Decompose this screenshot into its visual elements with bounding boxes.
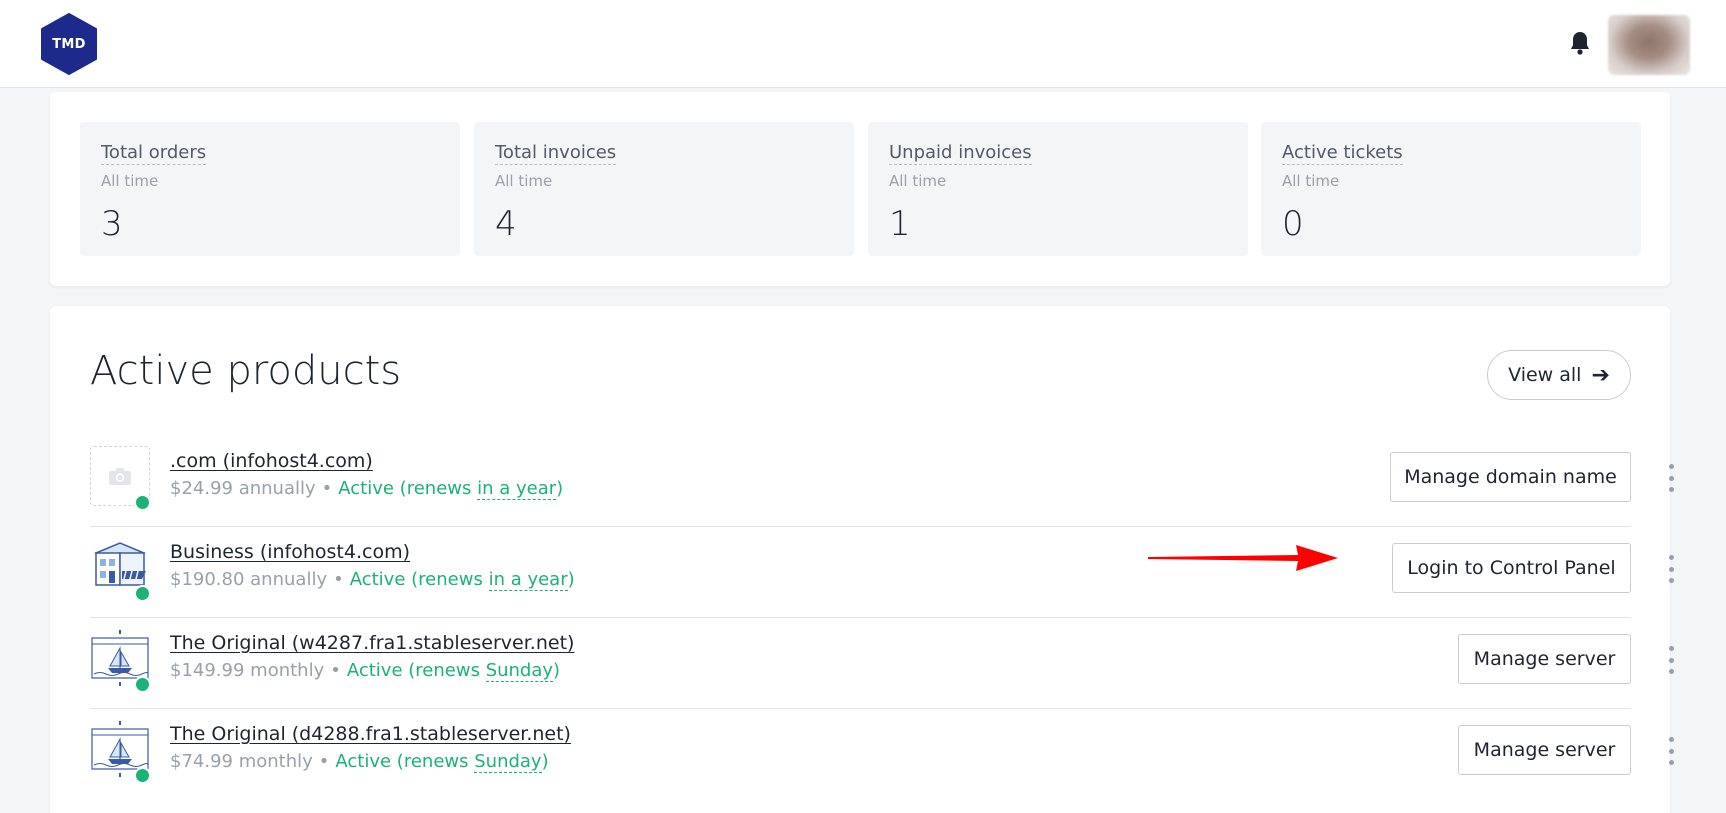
stat-value: 3 xyxy=(101,204,123,244)
status-close: ) xyxy=(567,569,575,590)
renew-date[interactable]: Sunday xyxy=(485,660,554,682)
brand-logo[interactable]: TMD xyxy=(40,13,98,75)
product-row: Business (infohost4.com) $190.80 annuall… xyxy=(90,527,1674,618)
stat-title: Total orders xyxy=(101,142,207,165)
product-row: The Original (d4288.fra1.stableserver.ne… xyxy=(90,709,1674,800)
section-title: Active products xyxy=(90,348,402,394)
product-name-link[interactable]: The Original (d4288.fra1.stableserver.ne… xyxy=(170,723,571,745)
more-options-icon[interactable] xyxy=(1661,555,1681,583)
status-indicator xyxy=(134,767,151,784)
stat-value: 4 xyxy=(495,204,517,244)
product-name-link[interactable]: Business (infohost4.com) xyxy=(170,541,410,563)
status-close: ) xyxy=(541,751,549,772)
status-close: ) xyxy=(553,660,561,681)
view-all-label: View all xyxy=(1508,364,1582,386)
product-price: $24.99 annually xyxy=(170,478,316,499)
status-indicator xyxy=(134,676,151,693)
product-status: Active (renews xyxy=(335,751,469,772)
product-price: $149.99 monthly xyxy=(170,660,325,681)
stat-total-orders[interactable]: Total orders All time 3 xyxy=(80,122,460,256)
arrow-right-icon: ➔ xyxy=(1591,362,1610,388)
product-meta: $74.99 monthly • Active (renews Sunday) xyxy=(170,751,549,773)
status-close: ) xyxy=(556,478,564,499)
renew-date[interactable]: Sunday xyxy=(474,751,542,773)
bell-icon[interactable] xyxy=(1568,30,1592,56)
renew-date[interactable]: in a year xyxy=(477,478,557,500)
stat-title: Active tickets xyxy=(1282,142,1403,165)
active-products-panel: Active products View all ➔ .com (infohos… xyxy=(50,306,1674,813)
stat-title: Total invoices xyxy=(495,142,617,165)
separator: • xyxy=(333,569,344,590)
product-status: Active (renews xyxy=(349,569,483,590)
manage-domain-button[interactable]: Manage domain name xyxy=(1390,452,1631,502)
product-meta: $190.80 annually • Active (renews in a yea… xyxy=(170,569,575,591)
stat-subtitle: All time xyxy=(101,172,159,190)
status-indicator xyxy=(134,585,151,602)
user-avatar[interactable] xyxy=(1608,15,1690,75)
product-meta: $24.99 annually • Active (renews in a year… xyxy=(170,478,564,500)
stat-unpaid-invoices[interactable]: Unpaid invoices All time 1 xyxy=(868,122,1248,256)
stats-panel: Total orders All time 3 Total invoices A… xyxy=(50,92,1670,286)
stat-subtitle: All time xyxy=(889,172,947,190)
top-bar: TMD xyxy=(0,0,1726,88)
logo-text: TMD xyxy=(52,36,86,52)
stat-value: 0 xyxy=(1282,204,1304,244)
product-name-link[interactable]: The Original (w4287.fra1.stableserver.ne… xyxy=(170,632,574,654)
product-status: Active (renews xyxy=(346,660,480,681)
separator: • xyxy=(330,660,341,681)
stat-active-tickets[interactable]: Active tickets All time 0 xyxy=(1261,122,1641,256)
stat-subtitle: All time xyxy=(495,172,553,190)
login-control-panel-button[interactable]: Login to Control Panel xyxy=(1392,543,1631,593)
view-all-button[interactable]: View all ➔ xyxy=(1487,350,1631,400)
separator: • xyxy=(318,751,330,772)
product-status: Active (renews xyxy=(338,478,472,499)
product-name-link[interactable]: .com (infohost4.com) xyxy=(170,450,373,472)
renew-date[interactable]: in a year xyxy=(488,569,568,591)
stat-total-invoices[interactable]: Total invoices All time 4 xyxy=(474,122,854,256)
manage-server-button[interactable]: Manage server xyxy=(1458,725,1631,775)
status-indicator xyxy=(134,494,151,511)
stat-title: Unpaid invoices xyxy=(889,142,1032,165)
product-row: The Original (w4287.fra1.stableserver.ne… xyxy=(90,618,1674,709)
product-price: $74.99 monthly xyxy=(170,751,313,772)
separator: • xyxy=(321,478,333,499)
annotation-arrow-icon xyxy=(1148,545,1338,571)
product-price: $190.80 annually xyxy=(170,569,328,590)
more-options-icon[interactable] xyxy=(1661,646,1681,674)
stat-subtitle: All time xyxy=(1282,172,1340,190)
product-meta: $149.99 monthly • Active (renews Sunday) xyxy=(170,660,561,682)
more-options-icon[interactable] xyxy=(1661,464,1681,492)
more-options-icon[interactable] xyxy=(1661,737,1681,765)
stat-value: 1 xyxy=(889,204,911,244)
manage-server-button[interactable]: Manage server xyxy=(1458,634,1631,684)
product-row: .com (infohost4.com) $24.99 annually • Act… xyxy=(90,436,1674,527)
